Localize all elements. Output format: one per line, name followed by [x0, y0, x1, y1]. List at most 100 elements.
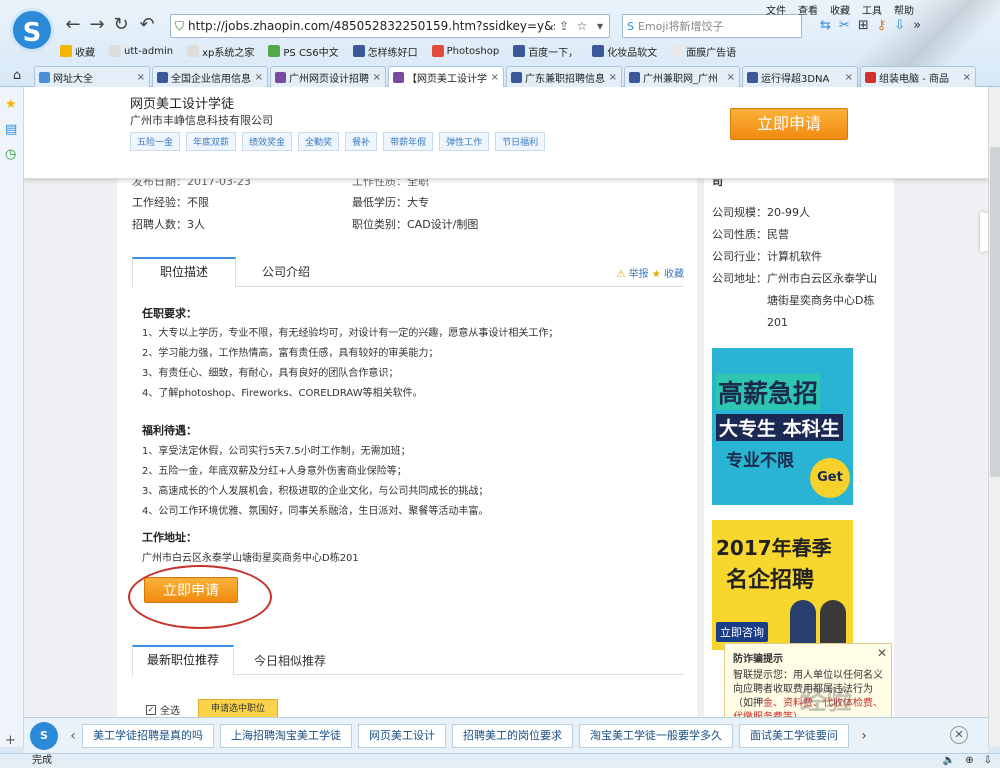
translate-icon[interactable]: ⇆ — [820, 18, 831, 33]
job-category: 职位类别：CAD设计/制图 — [352, 218, 479, 231]
related-keyword[interactable]: 网页美工设计 — [358, 723, 446, 748]
browser-tab[interactable]: 运行得超3DNA × — [742, 66, 858, 87]
menu-file[interactable]: 文件 — [766, 2, 786, 17]
browser-tab[interactable]: 广东兼职招聘信息 × — [506, 66, 622, 87]
tab-favicon-icon — [39, 71, 50, 83]
tab-similar-jobs[interactable]: 今日相似推荐 — [254, 652, 326, 669]
related-keyword[interactable]: 招聘美工的岗位要求 — [452, 723, 573, 748]
welfare-tag: 节日福利 — [495, 132, 546, 151]
menu-view[interactable]: 查看 — [798, 2, 818, 17]
browser-tab[interactable]: 广州网页设计招聘 × — [270, 66, 386, 87]
close-icon[interactable]: × — [845, 72, 853, 83]
bookmark-item[interactable]: 怎样练好口 — [352, 44, 418, 59]
browser-tab[interactable]: 组装电脑 - 商品 × — [860, 66, 976, 87]
bookmark-item[interactable]: 收藏 — [60, 44, 95, 59]
url-text[interactable]: http://jobs.zhaopin.com/485052832250159.… — [188, 19, 555, 33]
related-keyword[interactable]: 上海招聘淘宝美工学徒 — [220, 723, 352, 748]
browser-logo[interactable]: S — [10, 8, 54, 52]
forward-button[interactable]: → — [86, 14, 108, 35]
star-icon[interactable]: ☆ — [573, 19, 591, 33]
favorites-star-icon[interactable]: ★ — [5, 97, 17, 112]
close-icon[interactable]: ✕ — [877, 646, 887, 660]
browser-tab[interactable]: 网址大全 × — [34, 66, 150, 87]
bookmark-icon — [431, 45, 444, 57]
ad-banner-spring[interactable]: 2017年春季 名企招聘 立即咨询 — [712, 520, 853, 650]
more-icon[interactable]: » — [913, 18, 921, 33]
close-icon[interactable]: × — [373, 72, 381, 83]
browser-tab[interactable]: 广州兼职网_广州 × — [624, 66, 740, 87]
browser-tab[interactable]: 【网页美工设计学 × — [388, 66, 504, 87]
key-icon[interactable]: ⚷ — [877, 18, 887, 33]
bookmark-icon — [60, 45, 72, 57]
zoom-icon[interactable]: ⊕ — [965, 754, 973, 768]
bookmark-item[interactable]: 百度一下， — [513, 44, 578, 59]
download-status-icon[interactable]: ⇩ — [984, 754, 992, 768]
close-icon[interactable]: × — [963, 72, 971, 83]
menu-help[interactable]: 帮助 — [894, 2, 914, 17]
close-icon[interactable]: × — [727, 72, 735, 83]
close-icon[interactable]: × — [255, 72, 263, 83]
dropdown-icon[interactable]: ▾ — [591, 19, 609, 33]
apply-selected-button[interactable]: 申请选中职位 — [198, 699, 278, 719]
share-icon[interactable]: ⇪ — [555, 19, 573, 33]
checkbox-icon[interactable]: ✓ — [146, 704, 156, 715]
next-arrow-icon[interactable]: › — [855, 728, 873, 744]
menu-favorites[interactable]: 收藏 — [830, 2, 850, 17]
scissors-icon[interactable]: ✂ — [839, 18, 850, 33]
browser-sidebar: ★ ▤ ◷ + — [0, 87, 24, 748]
prev-arrow-icon[interactable]: ‹ — [64, 728, 82, 744]
person-figure — [790, 600, 816, 648]
bookmark-item[interactable]: PS CS6中文 — [268, 44, 339, 59]
vertical-scrollbar[interactable] — [988, 87, 1000, 747]
scrollbar-thumb[interactable] — [990, 147, 1000, 477]
related-keyword[interactable]: 美工学徒招聘是真的吗 — [82, 723, 214, 748]
ad-consult-button[interactable]: 立即咨询 — [716, 622, 768, 642]
bookmark-item[interactable]: 化妆品软文 — [592, 44, 657, 59]
work-address: 广州市白云区永泰学山塘街星奕商务中心D栋201 — [142, 553, 359, 564]
welfare-tag: 五险一金 — [130, 132, 181, 151]
requirement-item: 3、有责任心、细致，有耐心，具有良好的团队合作意识； — [142, 368, 399, 379]
close-icon[interactable]: × — [609, 72, 617, 83]
side-widget[interactable] — [980, 212, 988, 252]
bookmark-item[interactable]: utt-admin — [109, 45, 173, 57]
favorite-link[interactable]: 收藏 — [664, 269, 684, 280]
company-name[interactable]: 广州市丰峥信息科技有限公司 — [130, 112, 273, 128]
tab-label: 组装电脑 - 商品 — [879, 73, 949, 85]
requirement-item: 1、大专以上学历，专业不限，有无经验均可，对设计有一定的兴趣，愿意从事设计相关工… — [142, 328, 559, 339]
home-icon[interactable]: ⌂ — [0, 68, 34, 83]
add-icon[interactable]: + — [5, 733, 16, 748]
download-icon[interactable]: ⇩ — [894, 18, 905, 33]
menu-tools[interactable]: 工具 — [862, 2, 882, 17]
bookmark-item[interactable]: xp系统之家 — [187, 44, 254, 59]
history-clock-icon[interactable]: ◷ — [5, 147, 16, 162]
tab-company-intro[interactable]: 公司介绍 — [262, 263, 310, 280]
address-bar[interactable]: ⛉ http://jobs.zhaopin.com/48505283225015… — [170, 14, 610, 38]
browser-tab[interactable]: 全国企业信用信息 × — [152, 66, 268, 87]
bookmark-item[interactable]: Photoshop — [431, 45, 499, 57]
report-favorite-links: ⚠ 举报 ★ 收藏 — [617, 265, 685, 280]
tab-strip: ⌂ 网址大全 × 全国企业信用信息 × 广州网页设计招聘 × 【网页美工设计学 × 广东兼职招聘… — [0, 64, 1000, 87]
benefit-item: 2、五险一金，年底双薪及分红+人身意外伤害商业保险等； — [142, 466, 407, 477]
search-box[interactable]: S Emoji将新增饺子 — [622, 14, 802, 38]
bookmark-icon — [268, 45, 281, 57]
bookmark-item[interactable]: 面膜广告语 — [671, 44, 736, 59]
related-keyword[interactable]: 淘宝美工学徒一般要学多久 — [579, 723, 733, 748]
apply-now-button-top[interactable]: 立即申请 — [730, 108, 848, 140]
book-icon[interactable]: ▤ — [5, 122, 17, 137]
tab-latest-jobs[interactable]: 最新职位推荐 — [132, 645, 234, 676]
back-button[interactable]: ← — [62, 14, 84, 35]
select-all[interactable]: ✓ 全选 — [146, 702, 180, 717]
search-engine-icon[interactable]: S — [627, 20, 634, 33]
tab-job-description[interactable]: 职位描述 — [132, 257, 236, 288]
job-headcount: 招聘人数：3人 — [132, 218, 205, 231]
related-keyword[interactable]: 面试美工学徒要问 — [739, 723, 849, 748]
close-icon[interactable]: × — [491, 72, 499, 83]
grid-icon[interactable]: ⊞ — [858, 18, 869, 33]
ad-banner-hiring[interactable]: 高薪急招 大专生 本科生 专业不限 Get — [712, 348, 853, 505]
speaker-icon[interactable]: 🔈 — [943, 754, 955, 768]
close-icon[interactable]: ✕ — [950, 726, 968, 744]
undo-button[interactable]: ↶ — [136, 14, 158, 35]
report-link[interactable]: 举报 — [629, 269, 649, 280]
refresh-button[interactable]: ↻ — [110, 14, 132, 35]
close-icon[interactable]: × — [137, 72, 145, 83]
